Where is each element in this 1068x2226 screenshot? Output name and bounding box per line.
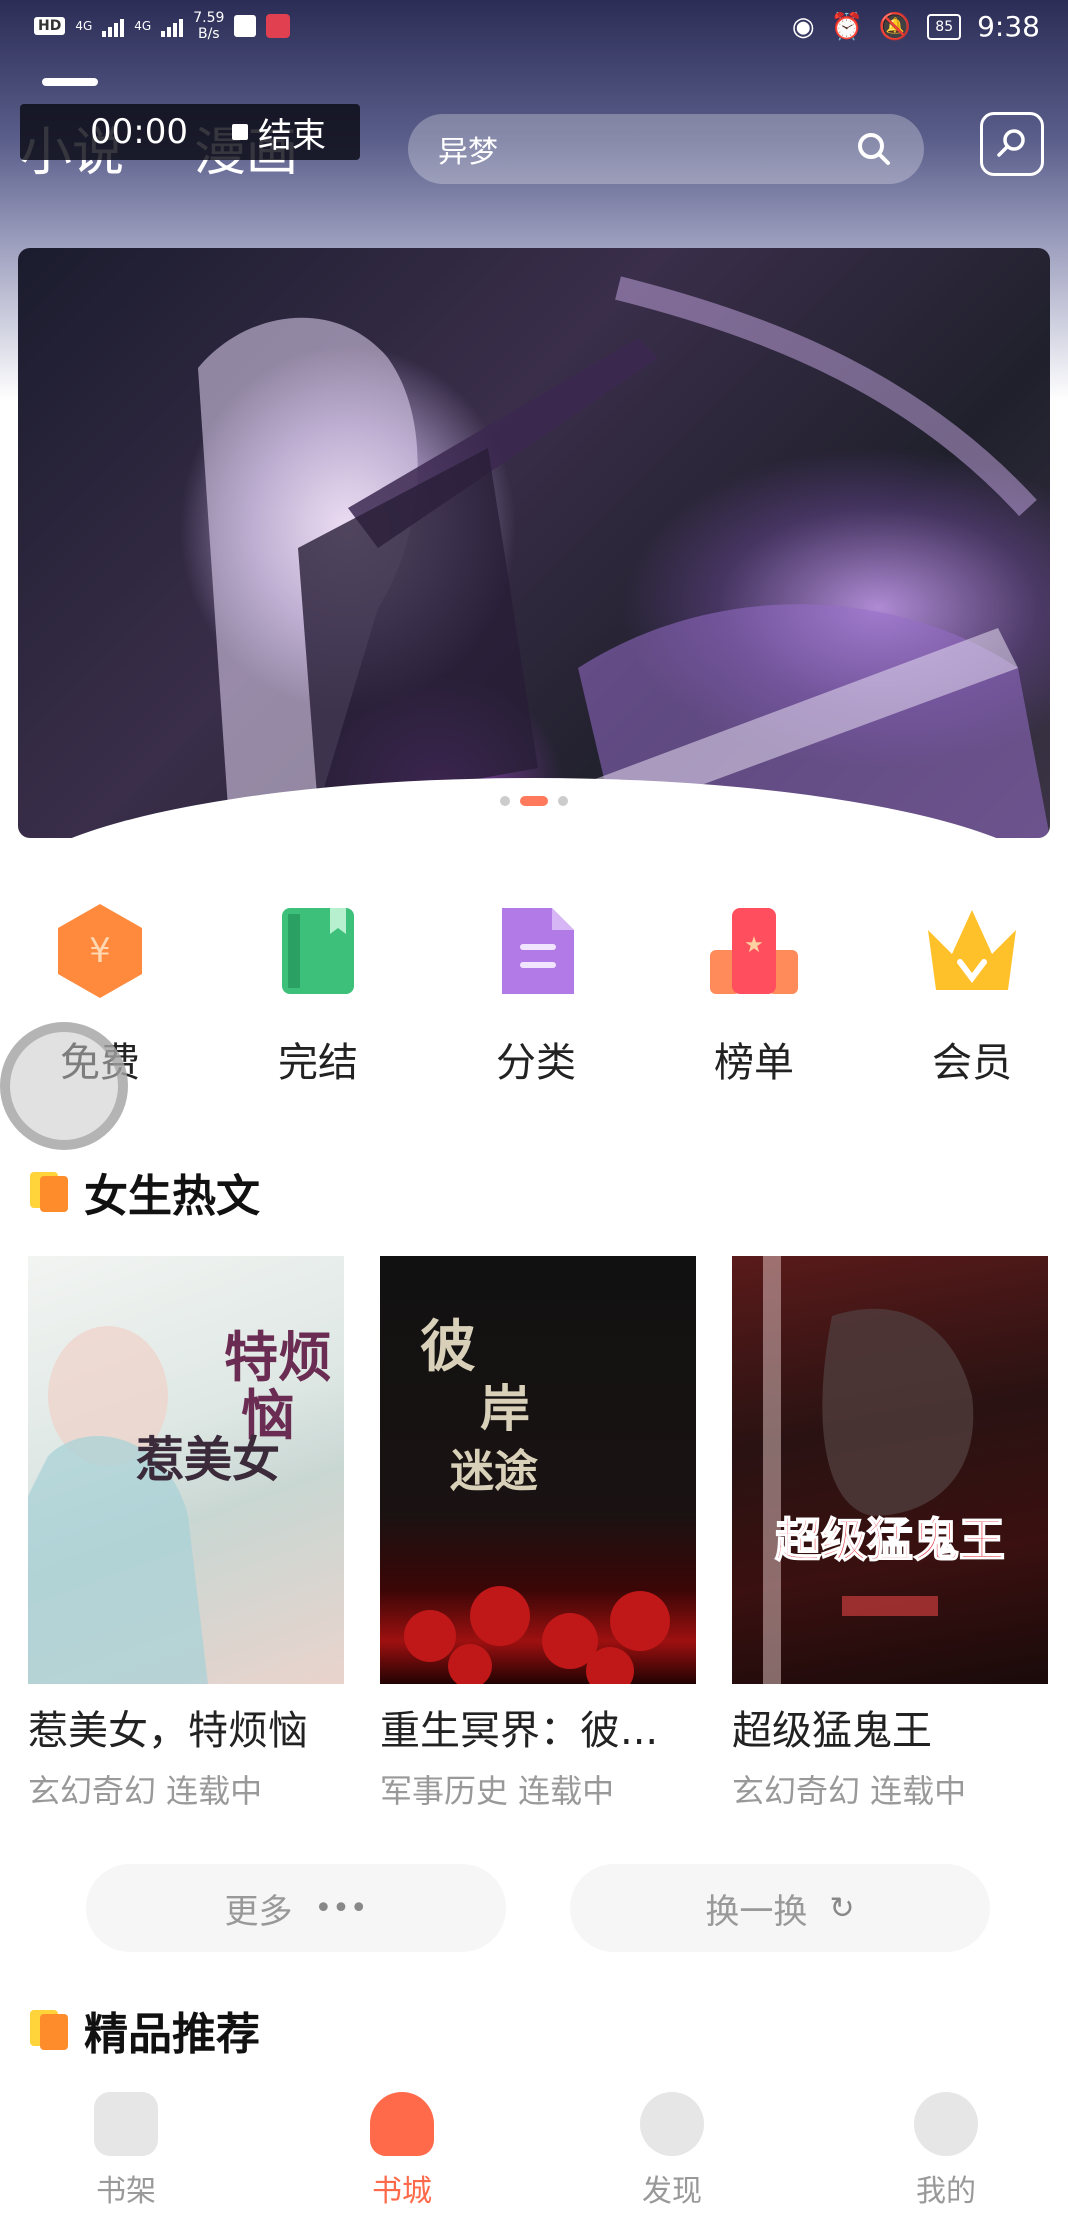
mute-icon: 🔕 — [878, 11, 912, 42]
clock: 9:38 — [977, 10, 1040, 43]
network-1-label: 4G — [75, 19, 93, 33]
section-book-icon — [30, 2010, 70, 2050]
alarm-icon: ⏰ — [830, 11, 863, 42]
section-female-heading: 女生热文 — [30, 1160, 260, 1224]
search-bar[interactable]: 异梦 — [408, 114, 924, 184]
active-tab-indicator — [42, 78, 98, 86]
search-input[interactable]: 异梦 — [438, 127, 852, 171]
svg-text:岸: 岸 — [480, 1379, 530, 1438]
app-notification-icon — [266, 14, 291, 38]
book-title[interactable]: 惹美女，特烦恼 — [28, 1698, 344, 1756]
magnifier-book-icon — [997, 129, 1025, 157]
book-card[interactable]: 特烦 恼 惹美女 惹美女，特烦恼 玄幻奇幻 连载中 — [28, 1256, 344, 1812]
pager-dot — [558, 796, 568, 806]
svg-text:★: ★ — [744, 933, 764, 958]
svg-text:彼: 彼 — [420, 1314, 476, 1380]
search-icon[interactable] — [852, 127, 896, 171]
section-title: 女生热文 — [84, 1171, 260, 1222]
cover-art: 彼 岸 迷途 — [404, 1314, 670, 1684]
category-completed[interactable]: 完结 — [238, 900, 398, 1088]
recorder-time: 00:00 — [90, 112, 188, 152]
free-hexagon-icon: ¥ — [58, 904, 142, 998]
more-button[interactable]: 更多 ••• — [86, 1864, 506, 1952]
category-ranking[interactable]: ★ 榜单 — [674, 900, 834, 1088]
profile-icon — [914, 2092, 978, 2156]
net-speed-value: 7.59 — [193, 10, 225, 26]
book-cover[interactable]: 超级猛鬼王 — [732, 1256, 1048, 1684]
eye-comfort-icon: ◉ — [791, 11, 815, 42]
category-label: 完结 — [278, 1040, 358, 1086]
category-classify[interactable]: 分类 — [456, 900, 616, 1088]
category-row: ¥ 免费 完结 分类 ★ 榜单 会员 — [0, 900, 1068, 1100]
hd-badge: HD — [34, 17, 66, 35]
nav-label: 书架 — [96, 2174, 156, 2209]
category-label: 会员 — [932, 1040, 1012, 1086]
book-card[interactable]: 超级猛鬼王 超级猛鬼王 玄幻奇幻 连载中 — [732, 1256, 1048, 1812]
nav-bookstore[interactable]: 书城 — [322, 2092, 482, 2210]
notification-icon — [234, 15, 257, 37]
battery-icon: 85 — [927, 13, 962, 40]
completed-book-icon — [282, 908, 354, 994]
svg-text:超级猛鬼王: 超级猛鬼王 — [775, 1513, 1005, 1567]
net-speed-unit: B/s — [197, 26, 220, 42]
category-vip[interactable]: 会员 — [892, 900, 1052, 1088]
section-book-icon — [30, 1172, 70, 1212]
book-title[interactable]: 重生冥界：彼... — [380, 1698, 696, 1756]
pager-dot — [500, 796, 510, 806]
bookshelf-icon — [94, 2092, 158, 2156]
svg-text:惹美女: 惹美女 — [136, 1432, 280, 1488]
refresh-button[interactable]: 换一换 ↻ — [570, 1864, 990, 1952]
floating-assist-ball[interactable] — [0, 1022, 128, 1150]
refresh-icon: ↻ — [829, 1890, 855, 1926]
book-cover[interactable]: 特烦 恼 惹美女 — [28, 1256, 344, 1684]
recorder-end-button[interactable]: 结束 — [258, 108, 326, 157]
screen-recorder-bar[interactable]: 00:00 结束 — [20, 104, 360, 160]
svg-text:¥: ¥ — [89, 931, 111, 971]
signal-icon-2 — [161, 15, 184, 37]
bottom-nav: 书架 书城 发现 我的 — [0, 2070, 1068, 2226]
category-label: 分类 — [496, 1040, 576, 1086]
cover-art: 特烦 恼 惹美女 — [28, 1325, 332, 1684]
book-meta: 玄幻奇幻 连载中 — [28, 1772, 263, 1810]
banner-artwork — [198, 276, 1050, 838]
book-meta: 军事历史 连载中 — [380, 1772, 615, 1810]
book-title[interactable]: 超级猛鬼王 — [732, 1698, 1048, 1756]
ranking-podium-icon: ★ — [710, 908, 798, 994]
category-doc-icon — [502, 908, 574, 994]
cover-art: 超级猛鬼王 — [763, 1256, 1006, 1684]
svg-text:迷途: 迷途 — [450, 1446, 538, 1497]
more-dots-icon: ••• — [314, 1890, 368, 1926]
book-search-button[interactable] — [980, 112, 1044, 176]
stop-icon — [231, 124, 248, 140]
network-2-label: 4G — [134, 19, 152, 33]
svg-text:特烦: 特烦 — [224, 1325, 332, 1389]
nav-label: 书城 — [372, 2174, 432, 2209]
discover-icon — [640, 2092, 704, 2156]
section-title: 精品推荐 — [84, 2009, 260, 2060]
bookstore-icon — [370, 2092, 434, 2156]
category-label: 榜单 — [714, 1040, 794, 1086]
refresh-label: 换一换 — [705, 1891, 808, 1932]
vip-crown-icon — [928, 910, 1016, 990]
banner-image[interactable] — [18, 248, 1050, 838]
signal-icon — [102, 15, 125, 37]
nav-bookshelf[interactable]: 书架 — [46, 2092, 206, 2210]
status-bar: HD 4G 4G 7.59 B/s ◉ ⏰ 🔕 85 9:38 — [0, 0, 1068, 62]
section-premium-heading: 精品推荐 — [30, 1998, 260, 2062]
net-speed: 7.59 B/s — [193, 10, 224, 42]
book-meta: 玄幻奇幻 连载中 — [732, 1772, 967, 1810]
banner-pager — [500, 796, 568, 806]
book-cover[interactable]: 彼 岸 迷途 — [380, 1256, 696, 1684]
nav-discover[interactable]: 发现 — [592, 2092, 752, 2210]
nav-label: 发现 — [642, 2174, 702, 2209]
book-card[interactable]: 彼 岸 迷途 重生冥界：彼... 军事历史 连载中 — [380, 1256, 696, 1812]
pager-dot-active — [520, 796, 548, 806]
nav-profile[interactable]: 我的 — [866, 2092, 1026, 2210]
more-label: 更多 — [224, 1891, 293, 1932]
nav-label: 我的 — [916, 2174, 976, 2209]
